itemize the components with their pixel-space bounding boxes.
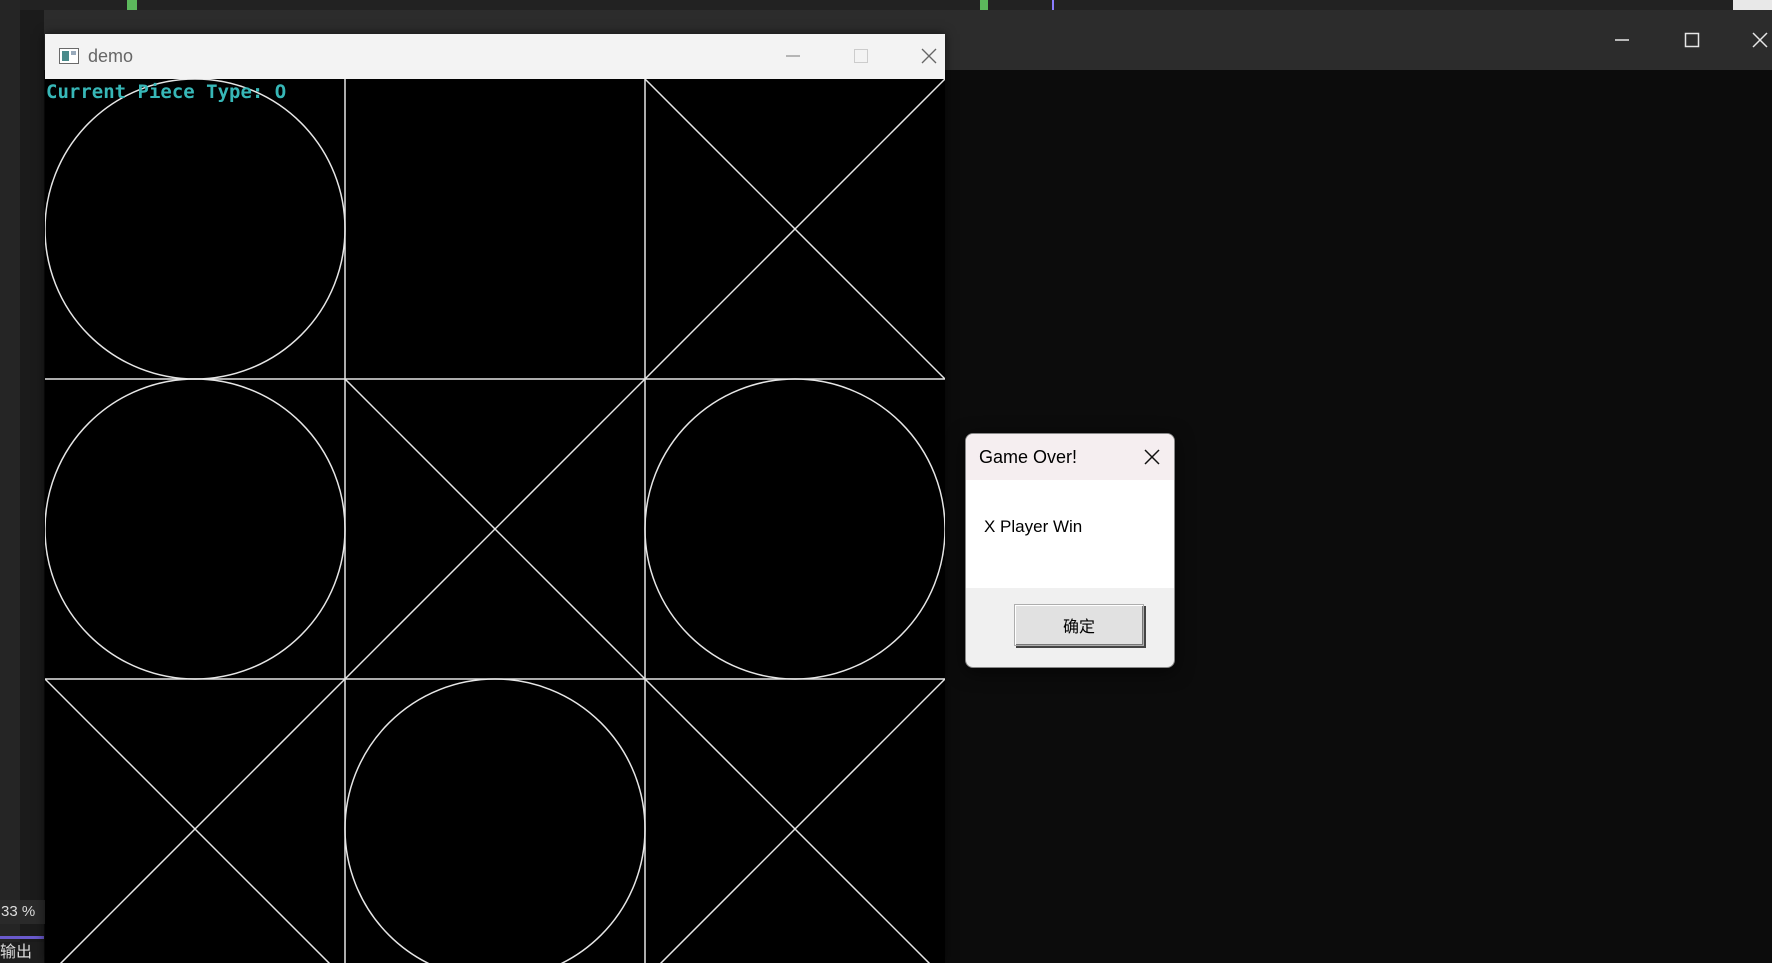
app-icon <box>59 48 79 64</box>
dialog-body: X Player Win <box>966 480 1174 588</box>
close-button[interactable] <box>906 40 952 72</box>
x-piece <box>644 678 945 963</box>
background-tab-marker <box>1052 0 1054 10</box>
ok-button[interactable]: 确定 <box>1014 604 1144 646</box>
x-piece-stroke <box>45 678 331 963</box>
background-tab-marker <box>127 0 137 10</box>
game-over-dialog: Game Over! X Player Win 确定 <box>965 433 1175 668</box>
dialog-title: Game Over! <box>979 447 1078 467</box>
close-icon <box>921 48 937 64</box>
maximize-icon <box>854 49 868 63</box>
minimize-icon <box>786 55 800 57</box>
window-title: demo <box>88 46 134 66</box>
dialog-message: X Player Win <box>984 517 1083 536</box>
background-tab-marker <box>980 0 988 10</box>
x-piece <box>344 378 646 680</box>
game-canvas[interactable]: Current Piece Type: O <box>45 79 945 963</box>
background-tab-marker <box>1733 0 1772 10</box>
x-piece <box>644 79 945 380</box>
background-left-gutter <box>0 0 20 963</box>
o-piece <box>344 678 646 963</box>
zoom-level[interactable]: 33 % <box>0 900 45 924</box>
background-minimize-button[interactable] <box>1600 24 1644 56</box>
x-piece-stroke <box>659 678 945 963</box>
background-tab-strip <box>0 0 1772 10</box>
tic-tac-toe-board[interactable] <box>45 79 945 963</box>
minimize-icon <box>1615 39 1629 41</box>
zoom-divider <box>0 936 44 939</box>
x-piece-stroke <box>59 678 346 963</box>
o-piece <box>644 378 945 680</box>
x-piece <box>45 678 346 963</box>
output-panel-tab[interactable]: 输出 <box>0 942 44 963</box>
dialog-titlebar[interactable]: Game Over! <box>966 434 1174 480</box>
current-piece-label: Current Piece Type: O <box>46 81 287 103</box>
o-piece <box>45 378 346 680</box>
o-piece <box>45 79 346 380</box>
background-close-button[interactable] <box>1738 24 1772 56</box>
dialog-close-button[interactable] <box>1136 441 1168 473</box>
maximize-icon <box>1684 32 1700 48</box>
demo-window: demo Current Piece Type: O <box>45 34 945 963</box>
close-icon <box>1752 32 1768 48</box>
x-piece-stroke <box>644 678 931 963</box>
minimize-button[interactable] <box>770 40 816 72</box>
demo-titlebar[interactable]: demo <box>45 34 945 79</box>
maximize-button[interactable] <box>838 40 884 72</box>
close-icon <box>1144 449 1160 465</box>
background-maximize-button[interactable] <box>1670 24 1714 56</box>
